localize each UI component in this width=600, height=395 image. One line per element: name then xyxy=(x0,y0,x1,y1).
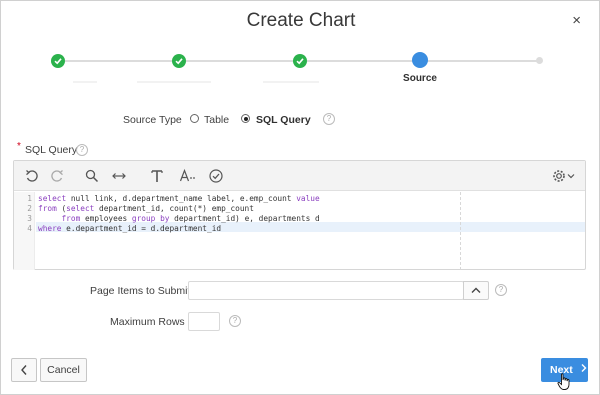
code-line: select null link, d.department_name labe… xyxy=(38,194,320,203)
wizard-step-complete xyxy=(293,54,307,68)
code-text: department_id) e, departments d xyxy=(169,214,320,223)
editor-toolbar xyxy=(14,161,585,191)
hand-cursor-icon xyxy=(557,373,570,390)
page-items-label: Page Items to Submit xyxy=(90,285,191,297)
required-marker: * xyxy=(17,141,21,152)
sql-keyword: where xyxy=(38,224,62,233)
line-number: 3 xyxy=(27,214,32,223)
wizard-step-complete xyxy=(172,54,186,68)
code-text: employees xyxy=(80,214,132,223)
code-text: ( xyxy=(56,204,67,213)
radio-sql-query-label[interactable]: SQL Query xyxy=(256,114,311,126)
cancel-button[interactable]: Cancel xyxy=(40,358,87,382)
faded-step-label xyxy=(137,81,211,83)
wizard-connector xyxy=(65,60,173,62)
source-type-label: Source Type xyxy=(123,114,182,126)
sql-keyword: from xyxy=(61,214,81,223)
check-icon xyxy=(296,58,304,65)
page-items-picker-button[interactable] xyxy=(463,281,489,300)
sql-query-label: SQL Query xyxy=(25,144,78,156)
help-icon[interactable]: ? xyxy=(495,284,507,296)
wizard-step-current xyxy=(412,52,428,68)
wizard-connector xyxy=(307,60,413,62)
sql-keyword: value xyxy=(296,194,320,203)
replace-icon[interactable] xyxy=(111,168,127,184)
line-number: 1 xyxy=(27,194,32,203)
wizard-connector xyxy=(427,60,537,62)
help-icon[interactable]: ? xyxy=(76,144,88,156)
wizard-step-future xyxy=(536,57,543,64)
sql-keyword: from xyxy=(38,204,57,213)
wizard-connector xyxy=(186,60,294,62)
faded-step-label xyxy=(263,81,319,83)
help-icon[interactable]: ? xyxy=(323,113,335,125)
page-items-input[interactable] xyxy=(188,281,464,300)
search-icon[interactable] xyxy=(84,168,100,184)
help-icon[interactable]: ? xyxy=(229,315,241,327)
undo-icon[interactable] xyxy=(24,168,40,184)
faded-step-label xyxy=(73,81,97,83)
line-number: 4 xyxy=(27,224,32,233)
print-margin xyxy=(460,192,461,270)
code-text: department_id, count(*) emp_count xyxy=(94,204,254,213)
settings-icon[interactable] xyxy=(552,168,578,184)
radio-table-label[interactable]: Table xyxy=(204,114,229,126)
code-text: null link, d.department_name label, e.em… xyxy=(66,194,297,203)
sql-keyword: select xyxy=(66,204,95,213)
code-area[interactable]: 1 2 3 4 select null link, d.department_n… xyxy=(14,192,585,270)
radio-sql-query[interactable] xyxy=(241,114,250,123)
code-line: from employees group by department_id) e… xyxy=(38,214,320,223)
radio-table[interactable] xyxy=(190,114,199,123)
line-number-gutter: 1 2 3 4 xyxy=(14,192,35,270)
sql-keyword: group by xyxy=(131,214,170,223)
create-chart-dialog: Create Chart × Source Source Type Table … xyxy=(0,0,600,395)
previous-button[interactable] xyxy=(11,358,37,382)
code-line: from (select department_id, count(*) emp… xyxy=(38,204,254,213)
close-icon[interactable]: × xyxy=(572,13,581,28)
code-line: where e.department_id = d.department_id xyxy=(38,224,221,233)
wizard-step-complete xyxy=(51,54,65,68)
check-icon xyxy=(54,58,62,65)
sql-code-editor[interactable]: 1 2 3 4 select null link, d.department_n… xyxy=(13,160,586,270)
maximum-rows-label: Maximum Rows xyxy=(110,316,185,328)
format-icon[interactable] xyxy=(149,168,165,184)
code-text: e.department_id = d.department_id xyxy=(61,224,222,233)
sql-keyword: select xyxy=(38,194,67,203)
validate-icon[interactable] xyxy=(208,168,224,184)
check-icon xyxy=(175,58,183,65)
maximum-rows-input[interactable] xyxy=(188,312,220,331)
dialog-title: Create Chart xyxy=(246,10,356,31)
wizard-step-label: Source xyxy=(403,73,437,84)
line-number: 2 xyxy=(27,204,32,213)
chevron-right-icon xyxy=(581,364,587,372)
autocomplete-icon[interactable] xyxy=(179,168,195,184)
chevron-up-icon xyxy=(471,287,481,293)
redo-icon[interactable] xyxy=(49,168,65,184)
chevron-left-icon xyxy=(21,365,27,375)
